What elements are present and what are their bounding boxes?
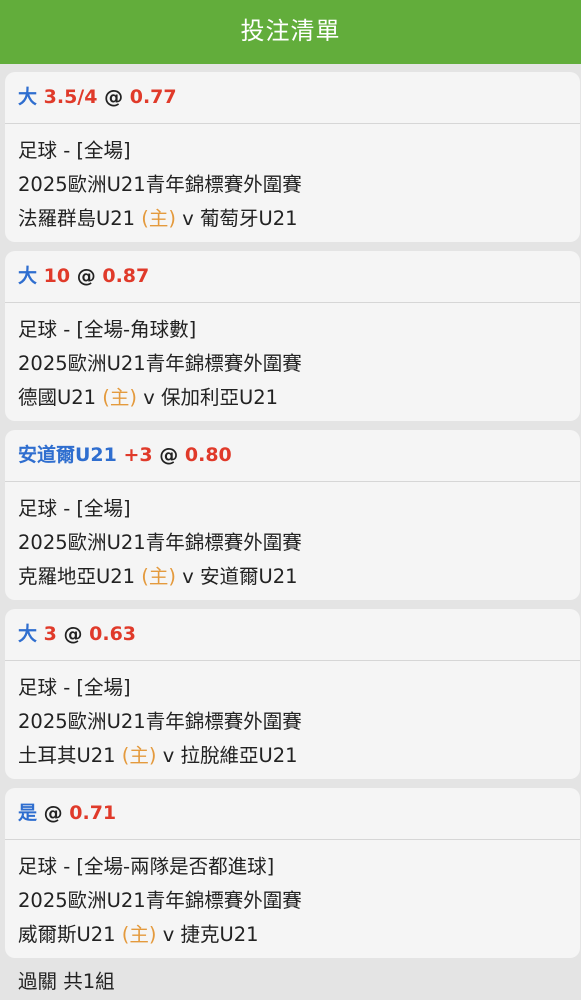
parlay-summary: 過關 共1組 <box>18 970 115 993</box>
home-team: 法羅群島U21 <box>18 207 136 230</box>
bet-league: 2025歐洲U21青年錦標賽外圍賽 <box>18 173 302 196</box>
home-team: 德國U21 <box>18 386 97 409</box>
at-symbol: @ <box>63 623 83 645</box>
away-team: 安道爾U21 <box>199 565 298 588</box>
bet-selection: 大 3 @ 0.63 <box>5 609 580 661</box>
at-symbol: @ <box>159 444 179 466</box>
bet-selection: 大 10 @ 0.87 <box>5 251 580 303</box>
home-tag: (主) <box>141 207 177 230</box>
bet-league: 2025歐洲U21青年錦標賽外圍賽 <box>18 889 302 912</box>
bet-league: 2025歐洲U21青年錦標賽外圍賽 <box>18 531 302 554</box>
bet-card[interactable]: 安道爾U21 +3 @ 0.80 足球 - [全場] 2025歐洲U21青年錦標… <box>5 430 580 600</box>
at-symbol: @ <box>76 265 96 287</box>
bet-details: 足球 - [全場] 2025歐洲U21青年錦標賽外圍賽 法羅群島U21 (主) … <box>5 124 580 236</box>
versus: v <box>162 923 175 946</box>
bet-odds: 0.77 <box>129 86 177 108</box>
bet-pick: 安道爾U21 <box>18 444 117 466</box>
bet-match: 威爾斯U21 (主) v 捷克U21 <box>18 918 580 952</box>
bet-details: 足球 - [全場] 2025歐洲U21青年錦標賽外圍賽 土耳其U21 (主) v… <box>5 661 580 773</box>
bet-odds: 0.71 <box>69 802 117 824</box>
at-symbol: @ <box>43 802 63 824</box>
versus: v <box>143 386 155 409</box>
home-tag: (主) <box>121 744 157 767</box>
versus: v <box>182 207 194 230</box>
bet-pick: 大 <box>18 623 38 645</box>
bet-line: +3 <box>123 444 153 466</box>
bet-match: 克羅地亞U21 (主) v 安道爾U21 <box>18 560 580 594</box>
bet-market: 足球 - [全場] <box>18 497 131 520</box>
bet-line: 3.5/4 <box>43 86 98 108</box>
bet-card[interactable]: 是 @ 0.71 足球 - [全場-兩隊是否都進球] 2025歐洲U21青年錦標… <box>5 788 580 958</box>
away-team: 葡萄牙U21 <box>199 207 298 230</box>
home-tag: (主) <box>141 565 177 588</box>
bet-odds: 0.63 <box>89 623 137 645</box>
bet-pick: 是 <box>18 802 38 824</box>
bet-line: 3 <box>43 623 57 645</box>
bet-match: 土耳其U21 (主) v 拉脫維亞U21 <box>18 739 580 773</box>
home-team: 威爾斯U21 <box>18 923 116 946</box>
bet-odds: 0.87 <box>102 265 150 287</box>
bet-market: 足球 - [全場] <box>18 676 131 699</box>
bet-selection: 大 3.5/4 @ 0.77 <box>5 72 580 124</box>
versus: v <box>162 744 175 767</box>
bet-match: 德國U21 (主) v 保加利亞U21 <box>18 381 580 415</box>
versus: v <box>182 565 194 588</box>
page-title: 投注清單 <box>0 0 581 64</box>
bet-line: 10 <box>43 265 71 287</box>
home-team: 土耳其U21 <box>18 744 116 767</box>
bet-market: 足球 - [全場] <box>18 139 131 162</box>
bet-card[interactable]: 大 3 @ 0.63 足球 - [全場] 2025歐洲U21青年錦標賽外圍賽 土… <box>5 609 580 779</box>
bet-details: 足球 - [全場] 2025歐洲U21青年錦標賽外圍賽 克羅地亞U21 (主) … <box>5 482 580 594</box>
bet-market: 足球 - [全場-角球數] <box>18 318 197 341</box>
bet-match: 法羅群島U21 (主) v 葡萄牙U21 <box>18 202 580 236</box>
bet-league: 2025歐洲U21青年錦標賽外圍賽 <box>18 352 302 375</box>
away-team: 捷克U21 <box>180 923 259 946</box>
bet-details: 足球 - [全場-兩隊是否都進球] 2025歐洲U21青年錦標賽外圍賽 威爾斯U… <box>5 840 580 952</box>
home-tag: (主) <box>102 386 138 409</box>
bet-details: 足球 - [全場-角球數] 2025歐洲U21青年錦標賽外圍賽 德國U21 (主… <box>5 303 580 415</box>
home-tag: (主) <box>121 923 157 946</box>
bet-selection: 是 @ 0.71 <box>5 788 580 840</box>
bet-odds: 0.80 <box>184 444 232 466</box>
away-team: 保加利亞U21 <box>160 386 279 409</box>
home-team: 克羅地亞U21 <box>18 565 136 588</box>
away-team: 拉脫維亞U21 <box>180 744 298 767</box>
bet-pick: 大 <box>18 86 38 108</box>
bet-selection: 安道爾U21 +3 @ 0.80 <box>5 430 580 482</box>
at-symbol: @ <box>104 86 124 108</box>
bet-market: 足球 - [全場-兩隊是否都進球] <box>18 855 275 878</box>
bet-league: 2025歐洲U21青年錦標賽外圍賽 <box>18 710 302 733</box>
bet-card[interactable]: 大 10 @ 0.87 足球 - [全場-角球數] 2025歐洲U21青年錦標賽… <box>5 251 580 421</box>
bet-card[interactable]: 大 3.5/4 @ 0.77 足球 - [全場] 2025歐洲U21青年錦標賽外… <box>5 72 580 242</box>
bet-pick: 大 <box>18 265 38 287</box>
